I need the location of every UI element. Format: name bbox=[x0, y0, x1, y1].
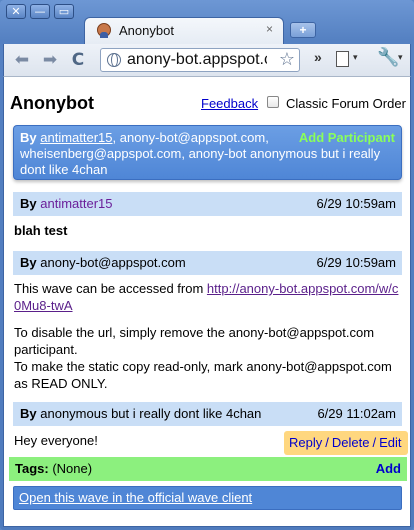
edit-button[interactable]: Edit bbox=[379, 435, 401, 450]
blip-actions: Reply / Delete / Edit bbox=[284, 431, 408, 455]
tags-value: (None) bbox=[52, 461, 93, 476]
tab-title: Anonybot bbox=[119, 23, 174, 38]
blip-by-label: By bbox=[20, 196, 37, 211]
browser-toolbar: ⬅ ➡ C anony-bot.appspot.c ☆ » ▾ 🔧 ▾ bbox=[3, 44, 411, 76]
classic-forum-order-label: Classic Forum Order bbox=[286, 96, 406, 111]
page-title: Anonybot bbox=[10, 93, 94, 113]
window-minimize-button[interactable]: — bbox=[30, 4, 50, 19]
tab-close-icon[interactable]: × bbox=[266, 22, 273, 36]
wrench-icon[interactable]: 🔧 bbox=[377, 47, 399, 68]
page-content: Anonybot Feedback Classic Forum Order By… bbox=[3, 76, 411, 527]
blip-by-label: By bbox=[20, 255, 37, 270]
add-tag-button[interactable]: Add bbox=[376, 461, 401, 476]
blip-timestamp: 6/29 11:02am bbox=[317, 406, 396, 421]
blip-header: By anony-bot@appspot.com 6/29 10:59am bbox=[13, 251, 402, 275]
url-text[interactable]: anony-bot.appspot.c bbox=[127, 51, 267, 69]
browser-window: ✕ — ▭ Anonybot × + ⬅ ➡ C anony-bot.appsp… bbox=[0, 0, 414, 530]
back-arrow-icon[interactable]: ⬅ bbox=[10, 49, 34, 71]
forward-arrow-icon[interactable]: ➡ bbox=[38, 49, 62, 71]
tags-label: Tags: bbox=[15, 461, 49, 476]
open-wave-link[interactable]: Open this wave in the official wave clie… bbox=[13, 486, 402, 510]
participants-panel: By antimatter15, anony-bot@appspot.com, … bbox=[13, 125, 402, 180]
page-menu-dropdown-icon[interactable]: ▾ bbox=[353, 52, 358, 63]
window-maximize-button[interactable]: ▭ bbox=[54, 4, 74, 19]
bookmark-star-icon[interactable]: ☆ bbox=[279, 49, 295, 70]
participants-by-label: By bbox=[20, 130, 37, 145]
overflow-chevron-icon[interactable]: » bbox=[314, 49, 322, 65]
reply-button[interactable]: Reply bbox=[289, 435, 322, 450]
action-separator: / bbox=[372, 435, 377, 450]
wrench-dropdown-icon[interactable]: ▾ bbox=[398, 52, 403, 63]
anonybot-favicon-icon bbox=[97, 23, 111, 38]
action-separator: / bbox=[325, 435, 329, 450]
blip-body: blah test bbox=[14, 223, 68, 238]
delete-button[interactable]: Delete bbox=[332, 435, 370, 450]
blip-header: By antimatter15 6/29 10:59am bbox=[13, 192, 402, 216]
blip-body: This wave can be accessed from http://an… bbox=[14, 280, 399, 314]
address-bar[interactable]: anony-bot.appspot.c ☆ bbox=[100, 48, 300, 72]
blip-text: This wave can be accessed from bbox=[14, 281, 207, 296]
blip-author: anonymous but i really dont like 4chan bbox=[40, 406, 262, 421]
tags-bar: Tags: (None) Add bbox=[9, 457, 407, 481]
blip-paragraph: To make the static copy read-only, mark … bbox=[14, 359, 392, 391]
blip-timestamp: 6/29 10:59am bbox=[316, 196, 396, 211]
blip-paragraph: To disable the url, simply remove the an… bbox=[14, 325, 375, 357]
blip-by-label: By bbox=[20, 406, 37, 421]
blip-timestamp: 6/29 10:59am bbox=[316, 255, 396, 270]
feedback-link[interactable]: Feedback bbox=[201, 96, 258, 111]
reload-icon[interactable]: C bbox=[66, 49, 90, 71]
classic-forum-order-checkbox[interactable] bbox=[267, 96, 279, 108]
participant-link[interactable]: antimatter15 bbox=[40, 130, 112, 145]
new-tab-button[interactable]: + bbox=[290, 22, 316, 38]
page-menu-icon[interactable] bbox=[336, 51, 349, 67]
blip-header: By anonymous but i really dont like 4cha… bbox=[13, 402, 402, 426]
blip-author-link[interactable]: antimatter15 bbox=[40, 196, 112, 211]
blip-author: anony-bot@appspot.com bbox=[40, 255, 186, 270]
add-participant-button[interactable]: Add Participant bbox=[299, 130, 395, 146]
window-close-button[interactable]: ✕ bbox=[6, 4, 26, 19]
browser-tab[interactable]: Anonybot × bbox=[84, 17, 284, 44]
globe-icon bbox=[107, 53, 121, 67]
